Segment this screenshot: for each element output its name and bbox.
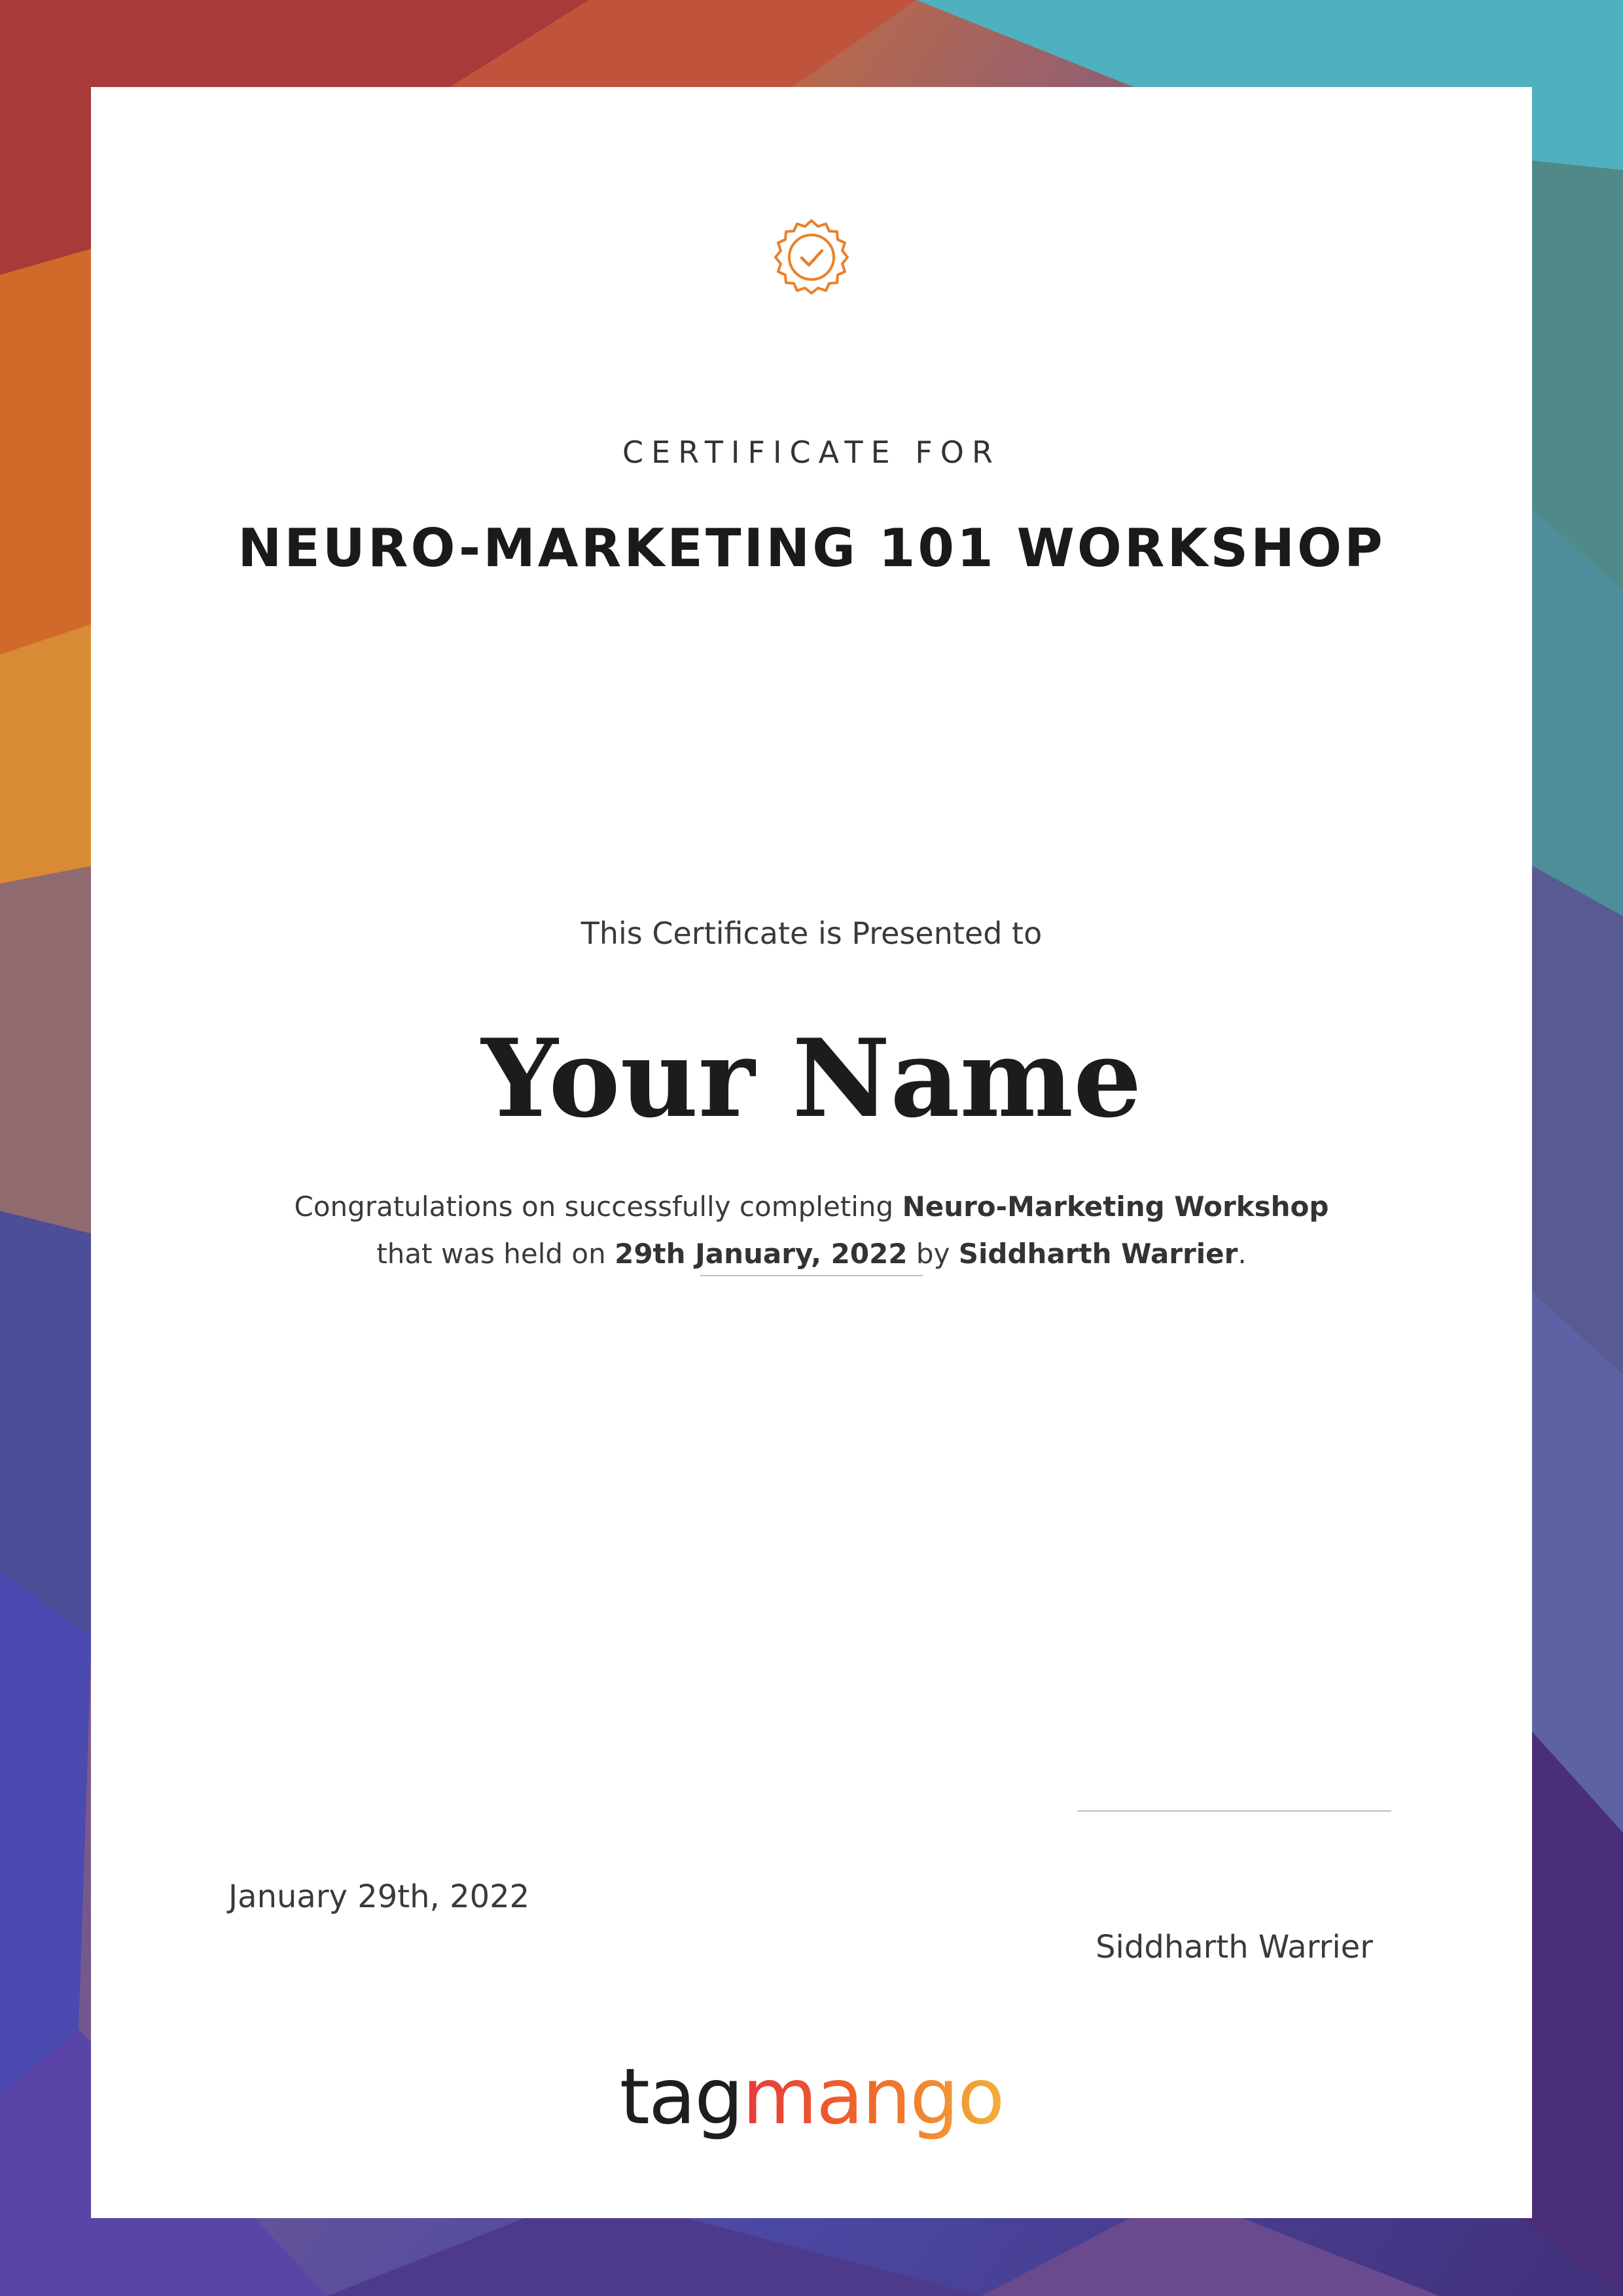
center-divider: [700, 1275, 923, 1276]
logo-part-tag: tag: [619, 2051, 743, 2142]
certificate-card: CERTIFICATE FOR NEURO-MARKETING 101 WORK…: [91, 87, 1532, 2218]
signature-line: [1077, 1810, 1391, 1812]
congrats-lead: Congratulations on successfully completi…: [294, 1191, 902, 1223]
tagmango-logo: tagmango: [91, 2051, 1532, 2142]
congrats-by: by: [907, 1238, 959, 1270]
verified-seal-icon: [774, 219, 849, 295]
congrats-mid: that was held on: [376, 1238, 615, 1270]
course-title: NEURO-MARKETING 101 WORKSHOP: [238, 518, 1385, 579]
congrats-course: Neuro-Marketing Workshop: [902, 1191, 1329, 1223]
congrats-date: 29th January, 2022: [615, 1238, 908, 1270]
congratulations-text: Congratulations on successfully completi…: [156, 1183, 1467, 1278]
congrats-host: Siddharth Warrier: [958, 1238, 1238, 1270]
certificate-date: January 29th, 2022: [228, 1878, 530, 1915]
presented-to-label: This Certificate is Presented to: [580, 916, 1043, 951]
certificate-eyebrow: CERTIFICATE FOR: [622, 435, 1001, 470]
signature-name: Siddharth Warrier: [1096, 1929, 1373, 1965]
logo-part-mango: mango: [742, 2051, 1005, 2142]
congrats-end: .: [1238, 1238, 1247, 1270]
recipient-name: Your Name: [481, 1015, 1142, 1141]
